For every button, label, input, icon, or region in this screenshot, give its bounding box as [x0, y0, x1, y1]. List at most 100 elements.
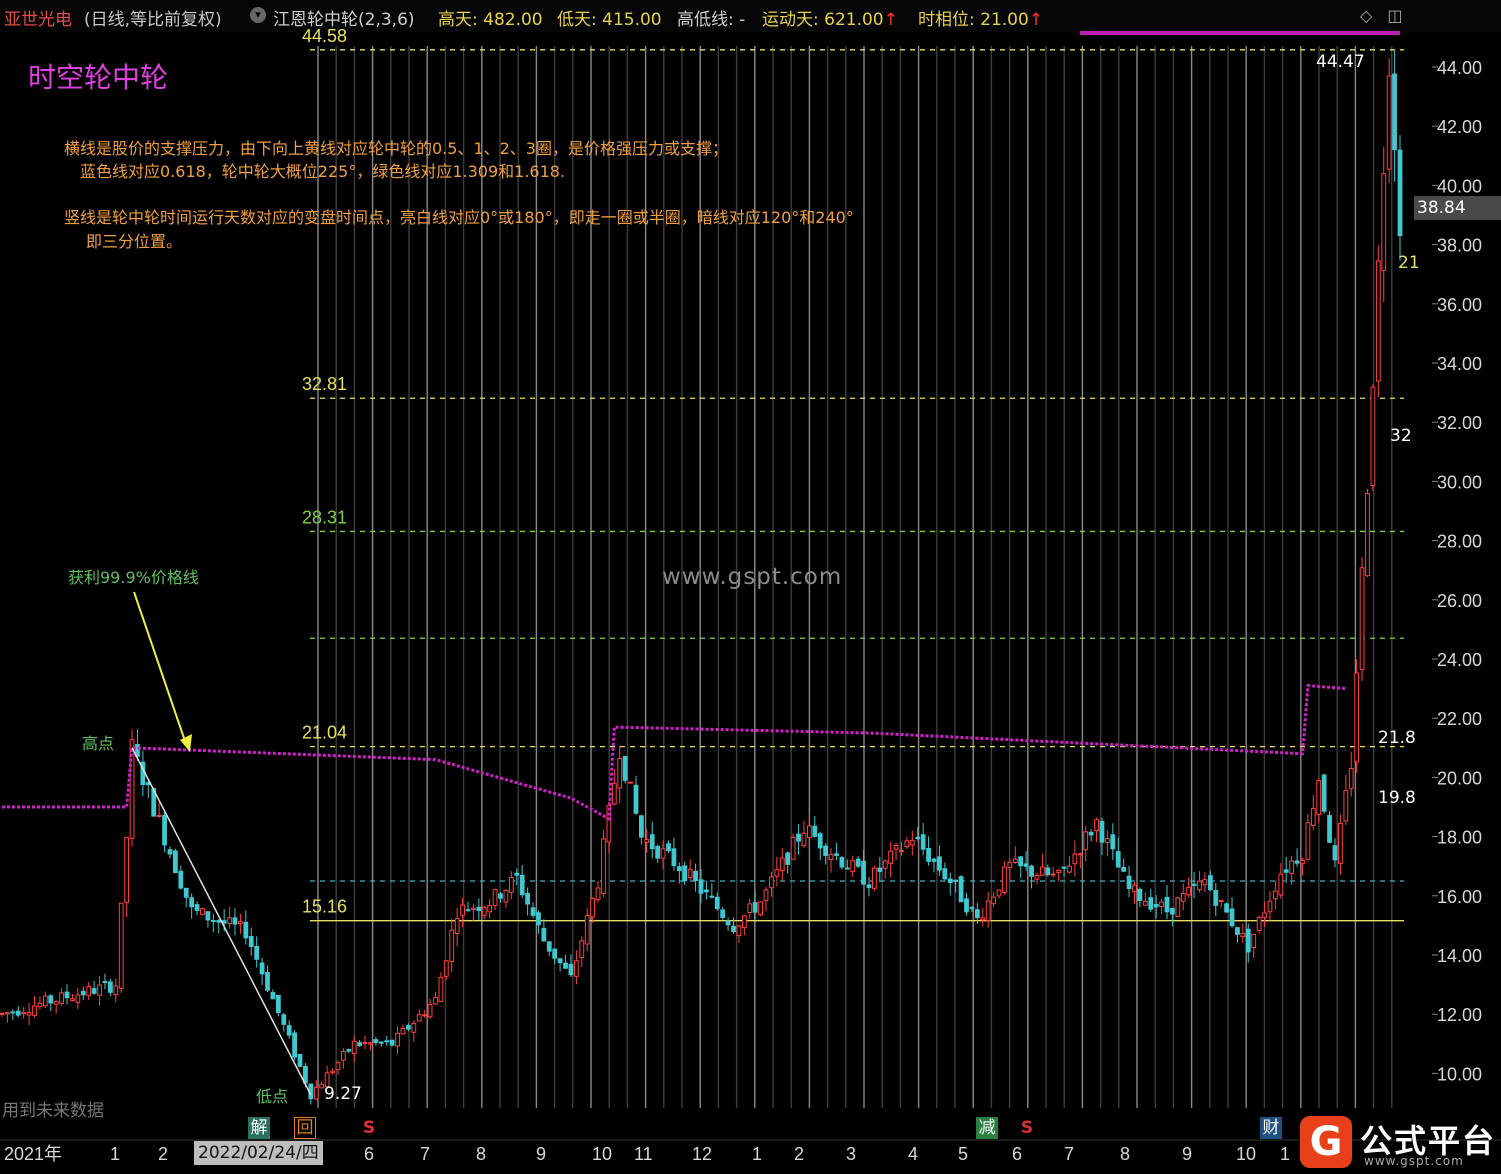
candle-body[interactable]: [48, 995, 54, 1004]
candle-body[interactable]: [709, 895, 715, 898]
candle-body[interactable]: [1197, 880, 1202, 891]
candle-body[interactable]: [400, 1027, 406, 1035]
candle-body[interactable]: [937, 856, 942, 871]
candle-body[interactable]: [1338, 822, 1343, 864]
candle-body[interactable]: [42, 995, 48, 1007]
candle-body[interactable]: [611, 782, 617, 805]
candle-body[interactable]: [595, 887, 601, 901]
candle-body[interactable]: [704, 889, 709, 893]
candle-body[interactable]: [335, 1062, 341, 1071]
candle-body[interactable]: [541, 927, 547, 942]
candle-body[interactable]: [1256, 916, 1262, 932]
candle-body[interactable]: [974, 909, 980, 919]
candle-body[interactable]: [579, 940, 585, 958]
candle-body[interactable]: [839, 857, 845, 868]
candle-body[interactable]: [1083, 831, 1089, 851]
candle-body[interactable]: [254, 945, 260, 960]
candle-body[interactable]: [330, 1070, 335, 1074]
candle-body[interactable]: [378, 1041, 384, 1044]
candle-body[interactable]: [205, 911, 211, 921]
candle-body[interactable]: [1365, 493, 1370, 577]
candle-body[interactable]: [286, 1025, 292, 1036]
candle-body[interactable]: [1159, 901, 1164, 907]
candle-body[interactable]: [0, 1012, 5, 1015]
candle-body[interactable]: [86, 986, 92, 996]
candle-body[interactable]: [340, 1050, 346, 1061]
candle-body[interactable]: [411, 1022, 417, 1033]
candle-body[interactable]: [1050, 873, 1056, 876]
candle-body[interactable]: [1170, 907, 1175, 915]
candle-body[interactable]: [568, 963, 574, 976]
candle-body[interactable]: [920, 834, 926, 850]
candle-body[interactable]: [91, 988, 97, 994]
candle-body[interactable]: [536, 912, 541, 926]
candle-body[interactable]: [465, 909, 471, 912]
candle-body[interactable]: [844, 867, 850, 870]
candle-body[interactable]: [373, 1039, 379, 1044]
candle-body[interactable]: [693, 870, 698, 881]
candle-body[interactable]: [427, 1004, 433, 1018]
candle-body[interactable]: [1289, 860, 1295, 874]
candle-body[interactable]: [26, 1012, 32, 1016]
candle-body[interactable]: [1213, 890, 1219, 906]
candle-body[interactable]: [687, 869, 693, 878]
candle-body[interactable]: [1077, 853, 1083, 856]
candle-body[interactable]: [850, 860, 856, 872]
candle-body[interactable]: [64, 991, 70, 999]
candle-body[interactable]: [590, 897, 596, 918]
candle-body[interactable]: [406, 1025, 411, 1030]
candle-body[interactable]: [563, 962, 568, 969]
candle-body[interactable]: [238, 921, 243, 925]
candle-body[interactable]: [216, 920, 222, 923]
candle-body[interactable]: [899, 850, 904, 853]
candle-body[interactable]: [75, 994, 81, 1003]
candle-body[interactable]: [10, 1011, 16, 1014]
candle-body[interactable]: [584, 914, 590, 945]
candle-body[interactable]: [649, 834, 655, 850]
candle-body[interactable]: [21, 1012, 27, 1015]
candle-body[interactable]: [1381, 173, 1387, 271]
candle-body[interactable]: [1175, 897, 1181, 917]
candle-body[interactable]: [796, 833, 801, 842]
candle-body[interactable]: [752, 902, 758, 913]
candle-body[interactable]: [492, 889, 498, 906]
candle-body[interactable]: [32, 1005, 37, 1016]
candle-body[interactable]: [790, 836, 796, 860]
candle-body[interactable]: [1278, 873, 1284, 896]
candle-body[interactable]: [265, 972, 270, 991]
candle-body[interactable]: [1218, 900, 1224, 903]
candle-body[interactable]: [606, 805, 612, 843]
candle-body[interactable]: [313, 1086, 319, 1100]
candle-body[interactable]: [872, 867, 877, 889]
candle-body[interactable]: [1240, 932, 1246, 937]
candle-body[interactable]: [1202, 879, 1208, 886]
candle-body[interactable]: [102, 981, 108, 984]
candle-body[interactable]: [763, 889, 769, 902]
candle-body[interactable]: [438, 976, 444, 1002]
candle-body[interactable]: [1300, 859, 1305, 864]
reduce-marker[interactable]: 减: [976, 1117, 998, 1139]
candle-body[interactable]: [1397, 149, 1403, 237]
candle-body[interactable]: [1224, 903, 1229, 913]
candle-body[interactable]: [1251, 933, 1257, 949]
candle-body[interactable]: [915, 836, 921, 840]
candle-body[interactable]: [731, 925, 736, 933]
candle-body[interactable]: [243, 921, 249, 939]
candle-body[interactable]: [422, 1014, 428, 1017]
candle-body[interactable]: [1121, 866, 1127, 872]
candle-body[interactable]: [53, 1000, 59, 1005]
candle-body[interactable]: [1153, 903, 1159, 908]
candle-body[interactable]: [747, 903, 753, 913]
candle-body[interactable]: [443, 960, 449, 977]
candle-body[interactable]: [107, 981, 113, 993]
candle-body[interactable]: [173, 850, 178, 874]
candle-body[interactable]: [698, 879, 704, 894]
candle-body[interactable]: [736, 925, 742, 937]
candle-body[interactable]: [655, 845, 661, 859]
candle-body[interactable]: [1354, 672, 1360, 763]
candle-body[interactable]: [178, 870, 184, 889]
candle-body[interactable]: [893, 844, 899, 850]
candle-body[interactable]: [817, 833, 823, 849]
candle-body[interactable]: [194, 904, 200, 911]
candle-body[interactable]: [823, 845, 829, 856]
